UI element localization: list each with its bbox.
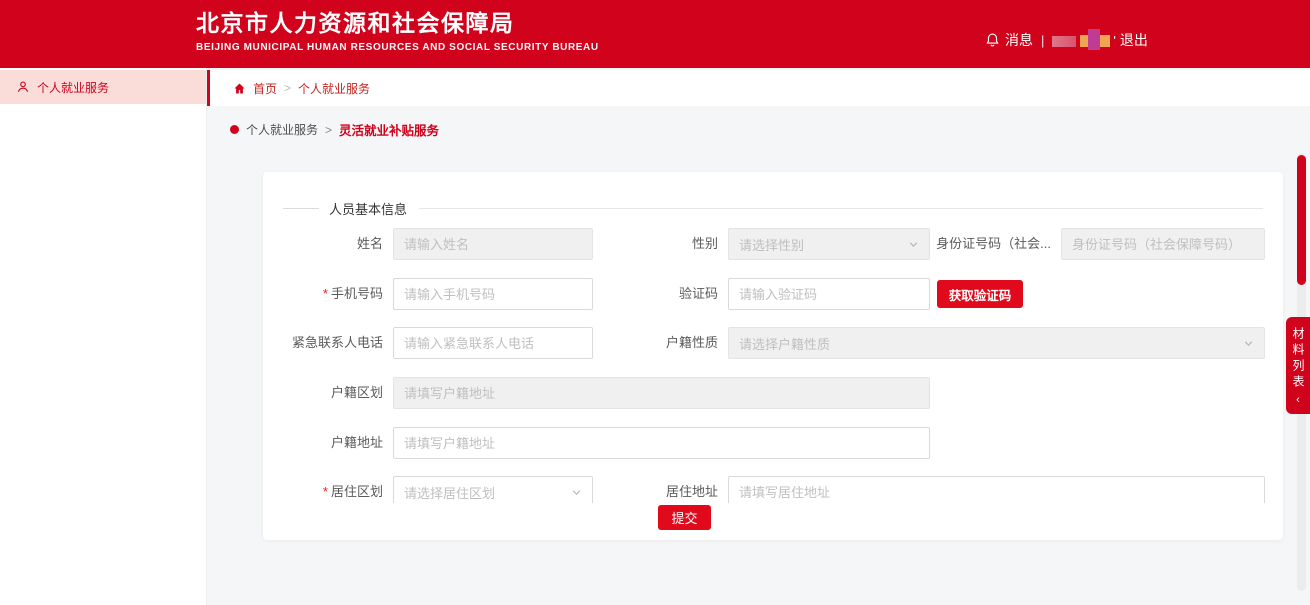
hukou-type-label: 户籍性质 (568, 327, 718, 359)
id-number-label: 身份证号码（社会... (881, 228, 1051, 260)
page-breadcrumb-separator: > (325, 123, 332, 137)
breadcrumb-separator: > (284, 81, 291, 95)
masked-username-suffix: ' (1113, 33, 1115, 48)
hukou-type-select: 请选择户籍性质 (728, 327, 1265, 359)
sidebar: 个人就业服务 (0, 68, 207, 605)
id-number-input (1061, 228, 1265, 260)
residence-region-placeholder: 请选择居住区划 (404, 483, 495, 502)
breadcrumb: 首页 > 个人就业服务 (207, 70, 1310, 106)
emergency-phone-input[interactable] (393, 327, 593, 359)
home-icon (233, 82, 246, 95)
name-input (393, 228, 593, 260)
materials-list-tab-label: 材料列表 (1286, 327, 1310, 391)
chevron-left-icon: ‹ (1296, 395, 1300, 405)
residence-address-field-wrap (728, 476, 1265, 503)
header-divider: | (1041, 33, 1044, 48)
hukou-type-placeholder: 请选择户籍性质 (739, 334, 830, 353)
red-dot-icon (230, 125, 239, 134)
name-label: 姓名 (263, 228, 383, 260)
phone-input[interactable] (393, 278, 593, 310)
residence-region-select-wrap: 请选择居住区划 (393, 476, 593, 503)
hukou-address-label: 户籍地址 (263, 427, 383, 459)
materials-list-tab[interactable]: 材料列表 ‹ (1286, 317, 1310, 414)
breadcrumb-current[interactable]: 个人就业服务 (298, 80, 370, 97)
required-mark: * (323, 484, 328, 499)
sidebar-item-personal-employment[interactable]: 个人就业服务 (0, 70, 206, 104)
residence-address-input[interactable] (728, 476, 1265, 503)
emergency-phone-field-wrap (393, 327, 593, 359)
emergency-phone-label: 紧急联系人电话 (263, 327, 383, 359)
phone-label-text: 手机号码 (331, 286, 383, 301)
captcha-input[interactable] (728, 278, 930, 310)
hukou-address-field-wrap (393, 427, 930, 459)
masked-block-1 (1052, 36, 1076, 47)
section-line-left (283, 208, 319, 209)
id-number-field-wrap (1061, 228, 1265, 260)
form-card: 人员基本信息 姓名 性别 请选择性别 身份证号码（社会... *手机号码 验证码… (263, 172, 1283, 540)
site-title: 北京市人力资源和社会保障局 (196, 9, 599, 37)
phone-label: *手机号码 (263, 278, 383, 310)
masked-block-3 (1088, 29, 1100, 50)
hukou-region-label: 户籍区划 (263, 377, 383, 409)
hukou-address-input[interactable] (393, 427, 930, 459)
app-header: 北京市人力资源和社会保障局 BEIJING MUNICIPAL HUMAN RE… (0, 0, 1310, 68)
site-brand: 北京市人力资源和社会保障局 BEIJING MUNICIPAL HUMAN RE… (196, 9, 599, 53)
phone-field-wrap (393, 278, 593, 310)
chevron-down-icon (1243, 338, 1254, 349)
submit-button[interactable]: 提交 (658, 505, 711, 530)
page-breadcrumb-current: 灵活就业补贴服务 (339, 120, 439, 139)
hukou-region-input (393, 377, 930, 409)
section-header: 人员基本信息 (283, 200, 1263, 216)
gender-label: 性别 (568, 228, 718, 260)
captcha-field-wrap (728, 278, 930, 310)
required-mark: * (323, 286, 328, 301)
residence-address-label: 居住地址 (568, 476, 718, 503)
residence-region-label-text: 居住区划 (331, 484, 383, 499)
page-breadcrumb: 个人就业服务 > 灵活就业补贴服务 (230, 120, 1310, 139)
logout-link[interactable]: 退出 (1120, 30, 1148, 50)
bell-icon (985, 32, 1000, 48)
section-title: 人员基本信息 (329, 199, 407, 218)
hukou-type-select-wrap: 请选择户籍性质 (728, 327, 1265, 359)
get-captcha-button[interactable]: 获取验证码 (937, 280, 1023, 308)
messages-link[interactable]: 消息 (1005, 30, 1033, 50)
breadcrumb-home[interactable]: 首页 (253, 80, 277, 97)
sidebar-item-label: 个人就业服务 (37, 79, 109, 96)
residence-region-label: *居住区划 (263, 476, 383, 503)
gender-placeholder: 请选择性别 (739, 235, 804, 254)
hukou-region-field-wrap (393, 377, 930, 409)
captcha-label: 验证码 (568, 278, 718, 310)
masked-username (1052, 29, 1110, 51)
person-icon (16, 80, 30, 94)
site-subtitle: BEIJING MUNICIPAL HUMAN RESOURCES AND SO… (196, 42, 599, 53)
section-line-right (419, 208, 1263, 209)
header-actions: 消息 | ' 退出 (985, 29, 1148, 51)
name-field-wrap (393, 228, 593, 260)
residence-region-select[interactable]: 请选择居住区划 (393, 476, 593, 503)
page-breadcrumb-parent[interactable]: 个人就业服务 (246, 121, 318, 138)
form-body: 人员基本信息 姓名 性别 请选择性别 身份证号码（社会... *手机号码 验证码… (263, 172, 1283, 503)
scrollbar-thumb[interactable] (1297, 155, 1306, 285)
